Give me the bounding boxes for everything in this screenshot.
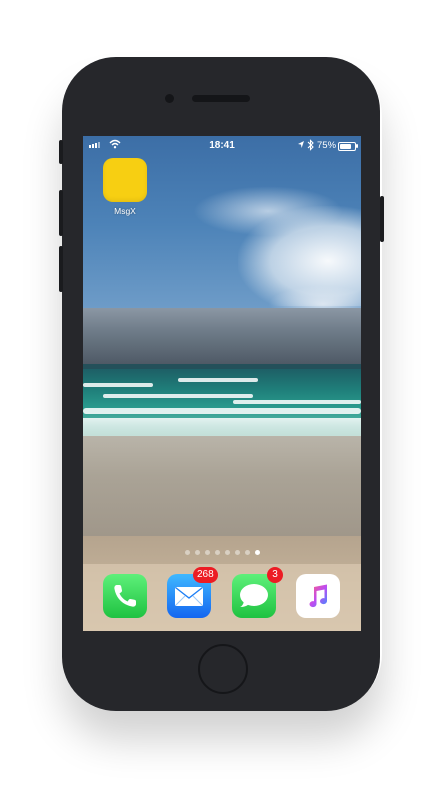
page-dot xyxy=(194,550,200,555)
page-dot xyxy=(254,550,260,555)
page-dot xyxy=(204,550,210,555)
volume-up-button xyxy=(59,190,63,236)
page-dot xyxy=(184,550,190,555)
power-button xyxy=(380,196,384,242)
wallpaper-wave xyxy=(83,383,153,387)
battery-fill xyxy=(340,144,351,149)
app-msgx-label: MsgX xyxy=(114,206,136,216)
status-bar: 18:41 75% xyxy=(83,136,361,156)
page-dot xyxy=(224,550,230,555)
wallpaper-wet-sand xyxy=(83,436,361,536)
page-dot xyxy=(234,550,240,555)
volume-down-button xyxy=(59,246,63,292)
wallpaper-wave xyxy=(178,378,258,382)
phone-icon xyxy=(114,585,136,607)
battery-percentage: 75% xyxy=(317,140,337,151)
app-msgx[interactable] xyxy=(103,158,147,202)
dock: 268 3 xyxy=(83,564,361,631)
battery-icon xyxy=(338,142,356,151)
dock-app-phone[interactable] xyxy=(103,574,147,618)
music-icon xyxy=(309,584,328,608)
home-button[interactable] xyxy=(198,644,248,694)
wallpaper-wave xyxy=(83,408,361,414)
battery-tip xyxy=(356,144,358,148)
page-dot xyxy=(244,550,250,555)
location-icon xyxy=(298,141,304,148)
wallpaper-cloud-band xyxy=(83,308,361,364)
dock-app-music[interactable] xyxy=(296,574,340,618)
home-screen: 18:41 75% MsgX 268 3 xyxy=(83,136,361,631)
page-indicator[interactable] xyxy=(83,550,361,555)
ring-switch xyxy=(59,140,63,164)
wallpaper-wave xyxy=(103,394,253,398)
earpiece-speaker xyxy=(192,95,250,102)
messages-badge: 3 xyxy=(267,567,283,583)
mail-badge: 268 xyxy=(193,567,218,583)
bluetooth-icon xyxy=(307,139,314,151)
page-dot xyxy=(214,550,220,555)
wallpaper-wave xyxy=(233,400,361,404)
front-camera xyxy=(165,94,174,103)
wallpaper-foam xyxy=(83,418,361,438)
